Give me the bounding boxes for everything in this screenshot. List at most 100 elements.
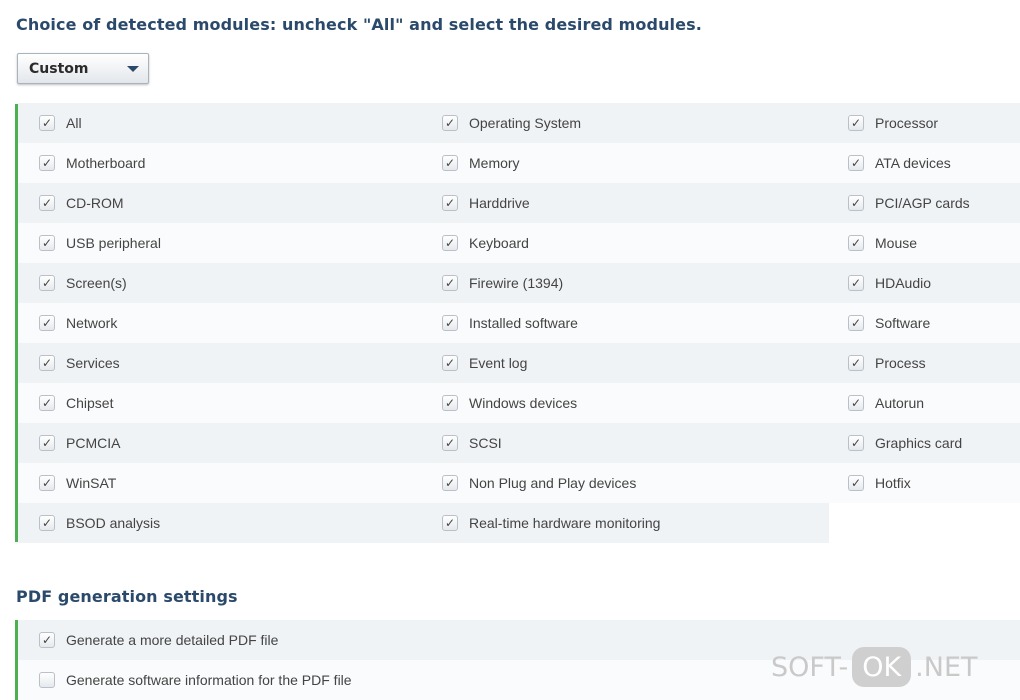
module-checkbox-item[interactable]: ✓ Installed software (442, 303, 578, 343)
checkbox-checked-icon[interactable]: ✓ (848, 115, 864, 131)
module-checkbox-item[interactable]: ✓ Real-time hardware monitoring (442, 503, 660, 543)
module-checkbox-item[interactable]: ✓ ATA devices (848, 143, 951, 183)
checkbox-checked-icon[interactable]: ✓ (442, 315, 458, 331)
checkbox-checked-icon[interactable]: ✓ (442, 515, 458, 531)
module-label: Hotfix (875, 475, 911, 491)
module-label: Software (875, 315, 931, 331)
module-label: WinSAT (66, 475, 117, 491)
checkbox-checked-icon[interactable]: ✓ (442, 435, 458, 451)
module-label: CD-ROM (66, 195, 124, 211)
module-checkbox-item[interactable]: ✓ Mouse (848, 223, 917, 263)
checkbox-checked-icon[interactable]: ✓ (848, 195, 864, 211)
module-checkbox-item[interactable]: ✓ Hotfix (848, 463, 911, 503)
module-checkbox-item[interactable]: ✓ Processor (848, 103, 938, 143)
module-checkbox-item[interactable]: ✓ HDAudio (848, 263, 931, 303)
module-label: BSOD analysis (66, 515, 161, 531)
module-checkbox-item[interactable]: ✓ All (39, 103, 82, 143)
module-checkbox-item[interactable]: ✓ Operating System (442, 103, 581, 143)
module-checkbox-item[interactable]: ✓ Network (39, 303, 117, 343)
module-checkbox-item[interactable]: ✓ Screen(s) (39, 263, 127, 303)
checkbox-checked-icon[interactable]: ✓ (442, 155, 458, 171)
module-checkbox-item[interactable]: ✓ CD-ROM (39, 183, 124, 223)
checkbox-checked-icon[interactable]: ✓ (848, 395, 864, 411)
module-row: ✓ Motherboard ✓ Memory ✓ ATA devices (18, 143, 1020, 183)
checkbox-checked-icon[interactable]: ✓ (39, 235, 55, 251)
module-label: PCMCIA (66, 435, 121, 451)
module-checkbox-item[interactable]: ✓ Chipset (39, 383, 113, 423)
watermark-logo: SOFT- OK .NET (771, 645, 978, 689)
watermark-left: SOFT- (771, 651, 849, 683)
pdf-option-label: Generate a more detailed PDF file (66, 632, 279, 648)
checkbox-checked-icon[interactable]: ✓ (442, 475, 458, 491)
module-row: ✓ BSOD analysis ✓ Real-time hardware monito… (18, 503, 829, 543)
pdf-option-label: Generate software information for the PD… (66, 672, 352, 688)
checkbox-checked-icon[interactable]: ✓ (848, 235, 864, 251)
checkbox-checked-icon[interactable]: ✓ (39, 155, 55, 171)
checkbox-checked-icon[interactable]: ✓ (848, 355, 864, 371)
checkbox-checked-icon[interactable]: ✓ (848, 435, 864, 451)
checkbox-checked-icon[interactable]: ✓ (848, 315, 864, 331)
module-checkbox-item[interactable]: ✓ Services (39, 343, 120, 383)
checkbox-checked-icon[interactable]: ✓ (39, 632, 55, 648)
module-checkbox-item[interactable]: ✓ Process (848, 343, 926, 383)
checkbox-checked-icon[interactable]: ✓ (39, 355, 55, 371)
module-checkbox-item[interactable]: ✓ SCSI (442, 423, 502, 463)
checkbox-checked-icon[interactable]: ✓ (442, 195, 458, 211)
chevron-down-icon (127, 66, 139, 72)
pdf-option-item[interactable]: Generate software information for the PD… (39, 660, 352, 700)
module-checkbox-item[interactable]: ✓ Memory (442, 143, 520, 183)
module-checkbox-item[interactable]: ✓ Harddrive (442, 183, 530, 223)
checkbox-unchecked-icon[interactable] (39, 672, 55, 688)
module-checkbox-item[interactable]: ✓ Autorun (848, 383, 924, 423)
checkbox-checked-icon[interactable]: ✓ (442, 115, 458, 131)
checkbox-checked-icon[interactable]: ✓ (39, 515, 55, 531)
module-checkbox-item[interactable]: ✓ Graphics card (848, 423, 962, 463)
preset-select[interactable]: Custom (17, 53, 149, 84)
module-label: HDAudio (875, 275, 932, 291)
checkbox-checked-icon[interactable]: ✓ (39, 435, 55, 451)
checkbox-checked-icon[interactable]: ✓ (848, 475, 864, 491)
checkbox-checked-icon[interactable]: ✓ (442, 275, 458, 291)
watermark-ok: OK (852, 647, 912, 687)
module-checkbox-item[interactable]: ✓ BSOD analysis (39, 503, 160, 543)
module-label: Non Plug and Play devices (469, 475, 637, 491)
module-row: ✓ Chipset ✓ Windows devices ✓ Autorun (18, 383, 1020, 423)
module-checkbox-item[interactable]: ✓ Keyboard (442, 223, 529, 263)
pdf-option-item[interactable]: ✓ Generate a more detailed PDF file (39, 620, 278, 660)
checkbox-checked-icon[interactable]: ✓ (442, 355, 458, 371)
module-checkbox-item[interactable]: ✓ Non Plug and Play devices (442, 463, 636, 503)
module-label: All (66, 115, 82, 131)
checkbox-checked-icon[interactable]: ✓ (39, 115, 55, 131)
module-label: Network (66, 315, 118, 331)
module-checkbox-item[interactable]: ✓ PCMCIA (39, 423, 120, 463)
module-label: Graphics card (875, 435, 963, 451)
checkbox-checked-icon[interactable]: ✓ (848, 155, 864, 171)
checkbox-checked-icon[interactable]: ✓ (442, 235, 458, 251)
module-label: Services (66, 355, 120, 371)
module-label: USB peripheral (66, 235, 161, 251)
checkbox-checked-icon[interactable]: ✓ (39, 315, 55, 331)
module-checkbox-item[interactable]: ✓ PCI/AGP cards (848, 183, 970, 223)
checkbox-checked-icon[interactable]: ✓ (39, 475, 55, 491)
checkbox-checked-icon[interactable]: ✓ (848, 275, 864, 291)
preset-select-value: Custom (29, 60, 89, 77)
module-label: Keyboard (469, 235, 529, 251)
checkbox-checked-icon[interactable]: ✓ (39, 195, 55, 211)
module-checkbox-item[interactable]: ✓ USB peripheral (39, 223, 161, 263)
pdf-settings-heading: PDF generation settings (16, 587, 238, 606)
module-checkbox-item[interactable]: ✓ Windows devices (442, 383, 577, 423)
checkbox-checked-icon[interactable]: ✓ (39, 395, 55, 411)
module-checkbox-item[interactable]: ✓ WinSAT (39, 463, 116, 503)
module-checkbox-item[interactable]: ✓ Event log (442, 343, 527, 383)
module-label: Operating System (469, 115, 582, 131)
module-row: ✓ Network ✓ Installed software ✓ Software (18, 303, 1020, 343)
module-checkbox-item[interactable]: ✓ Motherboard (39, 143, 145, 183)
checkbox-checked-icon[interactable]: ✓ (39, 275, 55, 291)
checkbox-checked-icon[interactable]: ✓ (442, 395, 458, 411)
module-checkbox-item[interactable]: ✓ Software (848, 303, 930, 343)
module-checkbox-item[interactable]: ✓ Firewire (1394) (442, 263, 563, 303)
module-row: ✓ CD-ROM ✓ Harddrive ✓ PCI/AGP cards (18, 183, 1020, 223)
module-row: ✓ Services ✓ Event log ✓ Process (18, 343, 1020, 383)
module-label: Motherboard (66, 155, 146, 171)
module-label: PCI/AGP cards (875, 195, 970, 211)
